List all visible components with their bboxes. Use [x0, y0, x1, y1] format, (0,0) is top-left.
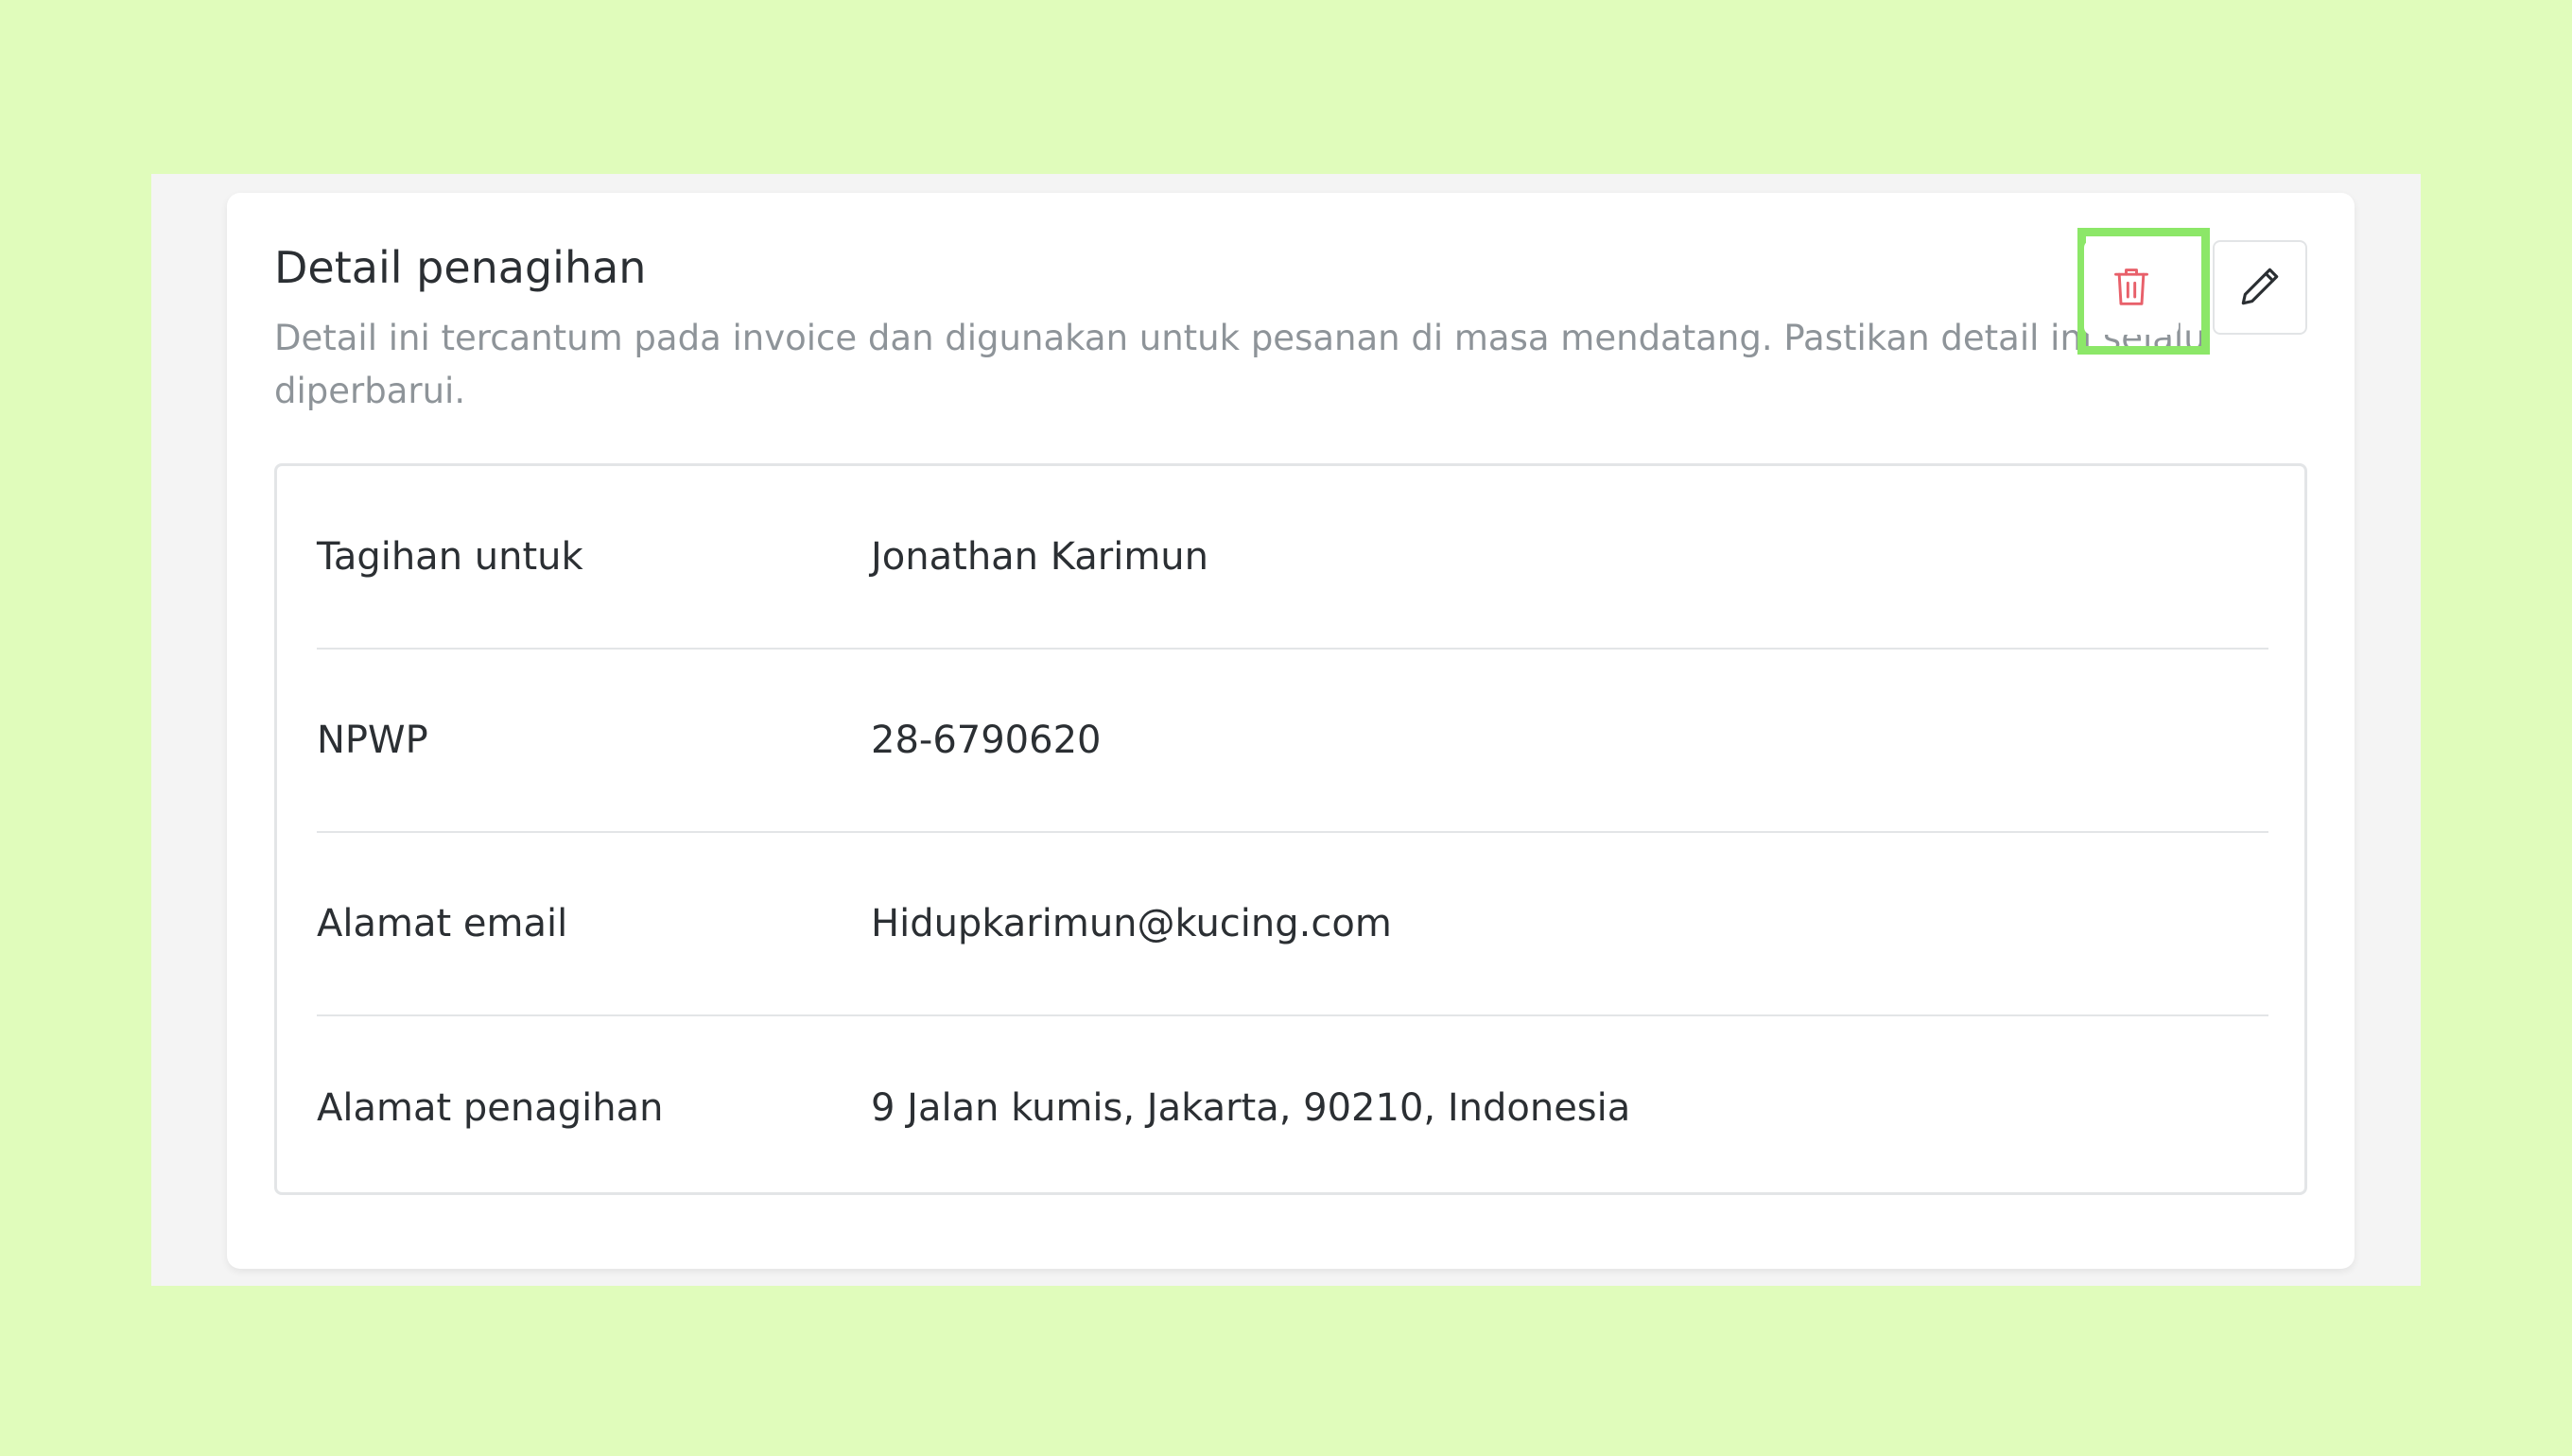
row-value: 28-6790620 — [871, 719, 1102, 762]
detail-row-billing-address: Alamat penagihan 9 Jalan kumis, Jakarta,… — [317, 1016, 2268, 1200]
row-value: Jonathan Karimun — [871, 535, 1209, 579]
row-value: 9 Jalan kumis, Jakarta, 90210, Indonesia — [871, 1086, 1631, 1130]
detail-row-email: Alamat email Hidupkarimun@kucing.com — [317, 833, 2268, 1016]
row-label: NPWP — [317, 719, 428, 762]
row-value: Hidupkarimun@kucing.com — [871, 902, 1392, 945]
delete-button[interactable] — [2084, 240, 2179, 335]
edit-button[interactable] — [2213, 240, 2307, 335]
row-label: Alamat email — [317, 902, 568, 945]
pencil-icon — [2236, 263, 2284, 313]
trash-icon — [2111, 264, 2152, 312]
section-description: Detail ini tercantum pada invoice dan di… — [274, 318, 2206, 411]
billing-details-table: Tagihan untuk Jonathan Karimun NPWP 28-6… — [274, 463, 2307, 1195]
billing-details-card: Detail penagihan Detail ini tercantum pa… — [227, 193, 2355, 1269]
billing-panel-frame: Detail penagihan Detail ini tercantum pa… — [151, 174, 2421, 1286]
section-title: Detail penagihan — [274, 242, 647, 293]
row-label: Tagihan untuk — [317, 535, 583, 579]
row-label: Alamat penagihan — [317, 1086, 664, 1130]
detail-row-npwp: NPWP 28-6790620 — [317, 650, 2268, 833]
detail-row-billed-to: Tagihan untuk Jonathan Karimun — [317, 466, 2268, 650]
